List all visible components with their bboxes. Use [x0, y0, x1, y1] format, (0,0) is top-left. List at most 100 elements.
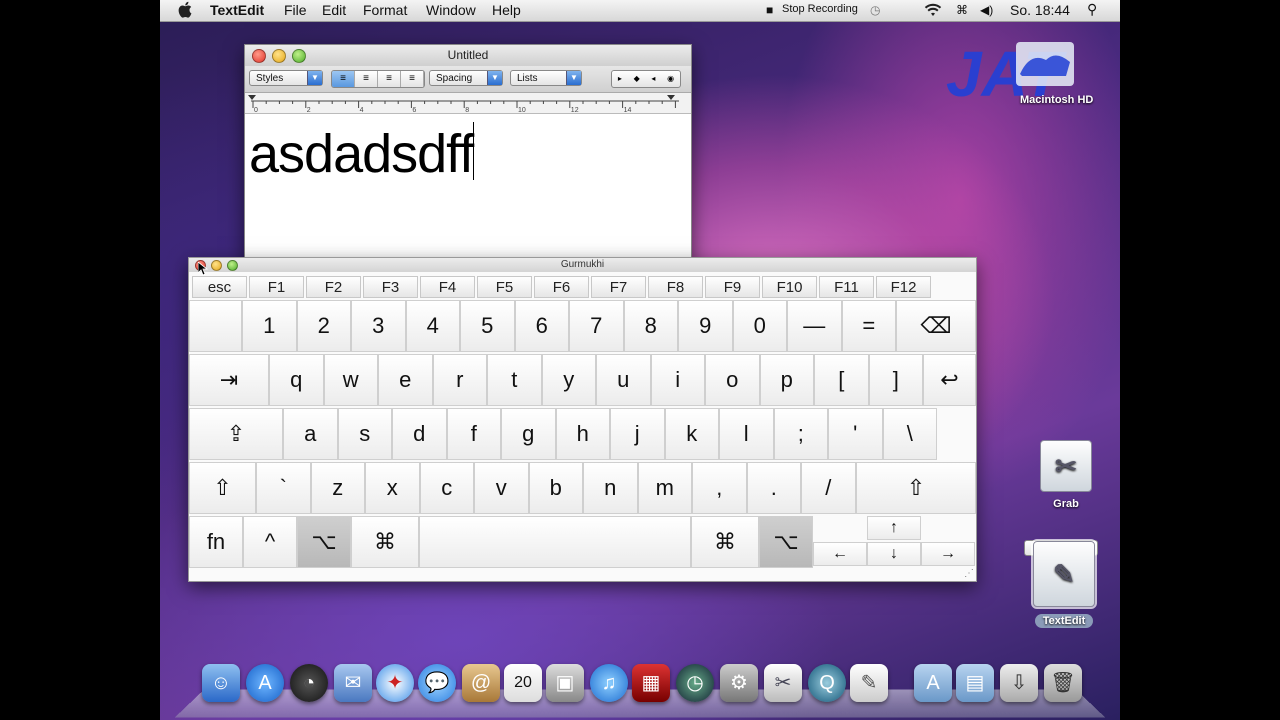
key-comma[interactable]: ,: [692, 462, 747, 514]
align-justify-button[interactable]: ≡: [378, 71, 401, 87]
key-e[interactable]: e: [378, 354, 433, 406]
align-center-button[interactable]: ≡: [355, 71, 378, 87]
downloads-stack-dock-icon[interactable]: ⇩: [1000, 664, 1038, 702]
app-store-dock-icon[interactable]: A: [246, 664, 284, 702]
key-space[interactable]: [419, 516, 691, 568]
textedit-desktop-icon[interactable]: ✎ TextEdit: [1024, 539, 1098, 628]
key-right-arrow[interactable]: →: [921, 542, 975, 566]
tab-decimal-icon[interactable]: ◉: [667, 71, 674, 87]
mail-dock-icon[interactable]: ✉: [334, 664, 372, 702]
key-j[interactable]: j: [610, 408, 665, 460]
dashboard-dock-icon[interactable]: ◔: [290, 664, 328, 702]
key-8[interactable]: 8: [623, 300, 678, 352]
grab-dock-icon[interactable]: ✂: [764, 664, 802, 702]
key-h[interactable]: h: [555, 408, 610, 460]
key-g[interactable]: g: [501, 408, 556, 460]
menu-file[interactable]: File: [284, 2, 307, 18]
documents-folder-dock-icon[interactable]: ▤: [956, 664, 994, 702]
key-fn[interactable]: fn: [189, 516, 243, 568]
menu-clock[interactable]: So. 18:44: [1010, 2, 1070, 18]
key-k[interactable]: k: [664, 408, 719, 460]
key-left-shift[interactable]: ⇧: [189, 462, 256, 514]
tab-stops-control[interactable]: ▸ ◆ ◂ ◉: [611, 70, 681, 88]
macintosh-hd-label[interactable]: Macintosh HD: [1020, 94, 1093, 106]
key-backtick[interactable]: `: [256, 462, 311, 514]
grab-desktop-icon[interactable]: ✂ Grab: [1038, 440, 1094, 510]
styles-select[interactable]: Styles ▼: [249, 70, 323, 86]
key-c[interactable]: c: [419, 462, 474, 514]
key-f9[interactable]: F9: [705, 276, 760, 298]
key-right-shift[interactable]: ⇧: [856, 462, 976, 514]
ruler[interactable]: 0 2 4 6 8 10 12 14: [245, 93, 691, 114]
key-3[interactable]: 3: [351, 300, 406, 352]
key-left-command[interactable]: ⌘: [351, 516, 419, 568]
menu-edit[interactable]: Edit: [322, 2, 346, 18]
key-7[interactable]: 7: [569, 300, 624, 352]
time-machine-icon[interactable]: ◷: [870, 3, 880, 17]
photo-booth-dock-icon[interactable]: ▦: [632, 664, 670, 702]
key-q[interactable]: q: [269, 354, 324, 406]
ichat-dock-icon[interactable]: 💬: [418, 664, 456, 702]
zoom-button[interactable]: [292, 49, 306, 63]
key-p[interactable]: p: [759, 354, 814, 406]
quicktime-dock-icon[interactable]: Q: [808, 664, 846, 702]
key-1[interactable]: 1: [242, 300, 297, 352]
spotlight-search-icon[interactable]: ⚲: [1087, 1, 1097, 18]
key-delete[interactable]: ⌫: [896, 300, 976, 352]
key-control[interactable]: ^: [243, 516, 297, 568]
align-left-button[interactable]: ≡: [332, 71, 355, 87]
key-f12[interactable]: F12: [876, 276, 931, 298]
minimize-button[interactable]: [211, 260, 222, 271]
key-n[interactable]: n: [583, 462, 638, 514]
key-esc[interactable]: esc: [192, 276, 247, 298]
key-m[interactable]: m: [637, 462, 692, 514]
key-down-arrow[interactable]: ↓: [867, 542, 921, 566]
itunes-dock-icon[interactable]: ♫: [590, 664, 628, 702]
key-blank[interactable]: [189, 300, 242, 352]
key-y[interactable]: y: [541, 354, 596, 406]
stop-recording-icon[interactable]: ■: [766, 3, 773, 17]
iphoto-dock-icon[interactable]: ▣: [546, 664, 584, 702]
key-left-bracket[interactable]: [: [814, 354, 869, 406]
key-f1[interactable]: F1: [249, 276, 304, 298]
key-0[interactable]: 0: [732, 300, 787, 352]
safari-dock-icon[interactable]: ✦: [376, 664, 414, 702]
close-button[interactable]: [252, 49, 266, 63]
lists-select[interactable]: Lists ▼: [510, 70, 582, 86]
tab-right-icon[interactable]: ◂: [651, 71, 655, 87]
key-equals[interactable]: =: [841, 300, 896, 352]
key-a[interactable]: a: [283, 408, 338, 460]
keyboard-viewer-titlebar[interactable]: Gurmukhi: [189, 258, 976, 272]
menu-help[interactable]: Help: [492, 2, 521, 18]
key-return[interactable]: ↩: [923, 354, 976, 406]
input-menu-icon[interactable]: ⌘: [956, 3, 968, 17]
key-i[interactable]: i: [650, 354, 705, 406]
key-u[interactable]: u: [596, 354, 651, 406]
key-f11[interactable]: F11: [819, 276, 874, 298]
key-slash[interactable]: /: [801, 462, 856, 514]
key-f3[interactable]: F3: [363, 276, 418, 298]
align-right-button[interactable]: ≡: [401, 71, 424, 87]
minimize-button[interactable]: [272, 49, 286, 63]
key-f[interactable]: f: [446, 408, 501, 460]
spacing-select[interactable]: Spacing ▼: [429, 70, 503, 86]
key-semicolon[interactable]: ;: [773, 408, 828, 460]
key-2[interactable]: 2: [296, 300, 351, 352]
key-4[interactable]: 4: [405, 300, 460, 352]
tab-center-icon[interactable]: ◆: [634, 71, 640, 87]
key-tab[interactable]: ⇥: [189, 354, 269, 406]
address-book-dock-icon[interactable]: @: [462, 664, 500, 702]
wifi-icon[interactable]: [924, 3, 942, 20]
key-o[interactable]: o: [705, 354, 760, 406]
key-f5[interactable]: F5: [477, 276, 532, 298]
key-up-arrow[interactable]: ↑: [867, 516, 921, 540]
key-5[interactable]: 5: [460, 300, 515, 352]
document-text-area[interactable]: asdadsdff: [245, 114, 691, 194]
volume-icon[interactable]: ◀): [980, 3, 993, 17]
key-left-option[interactable]: ⌥: [297, 516, 351, 568]
key-f6[interactable]: F6: [534, 276, 589, 298]
key-s[interactable]: s: [337, 408, 392, 460]
textedit-dock-icon[interactable]: ✎: [850, 664, 888, 702]
key-t[interactable]: t: [487, 354, 542, 406]
stop-recording-label[interactable]: Stop Recording: [782, 3, 858, 15]
